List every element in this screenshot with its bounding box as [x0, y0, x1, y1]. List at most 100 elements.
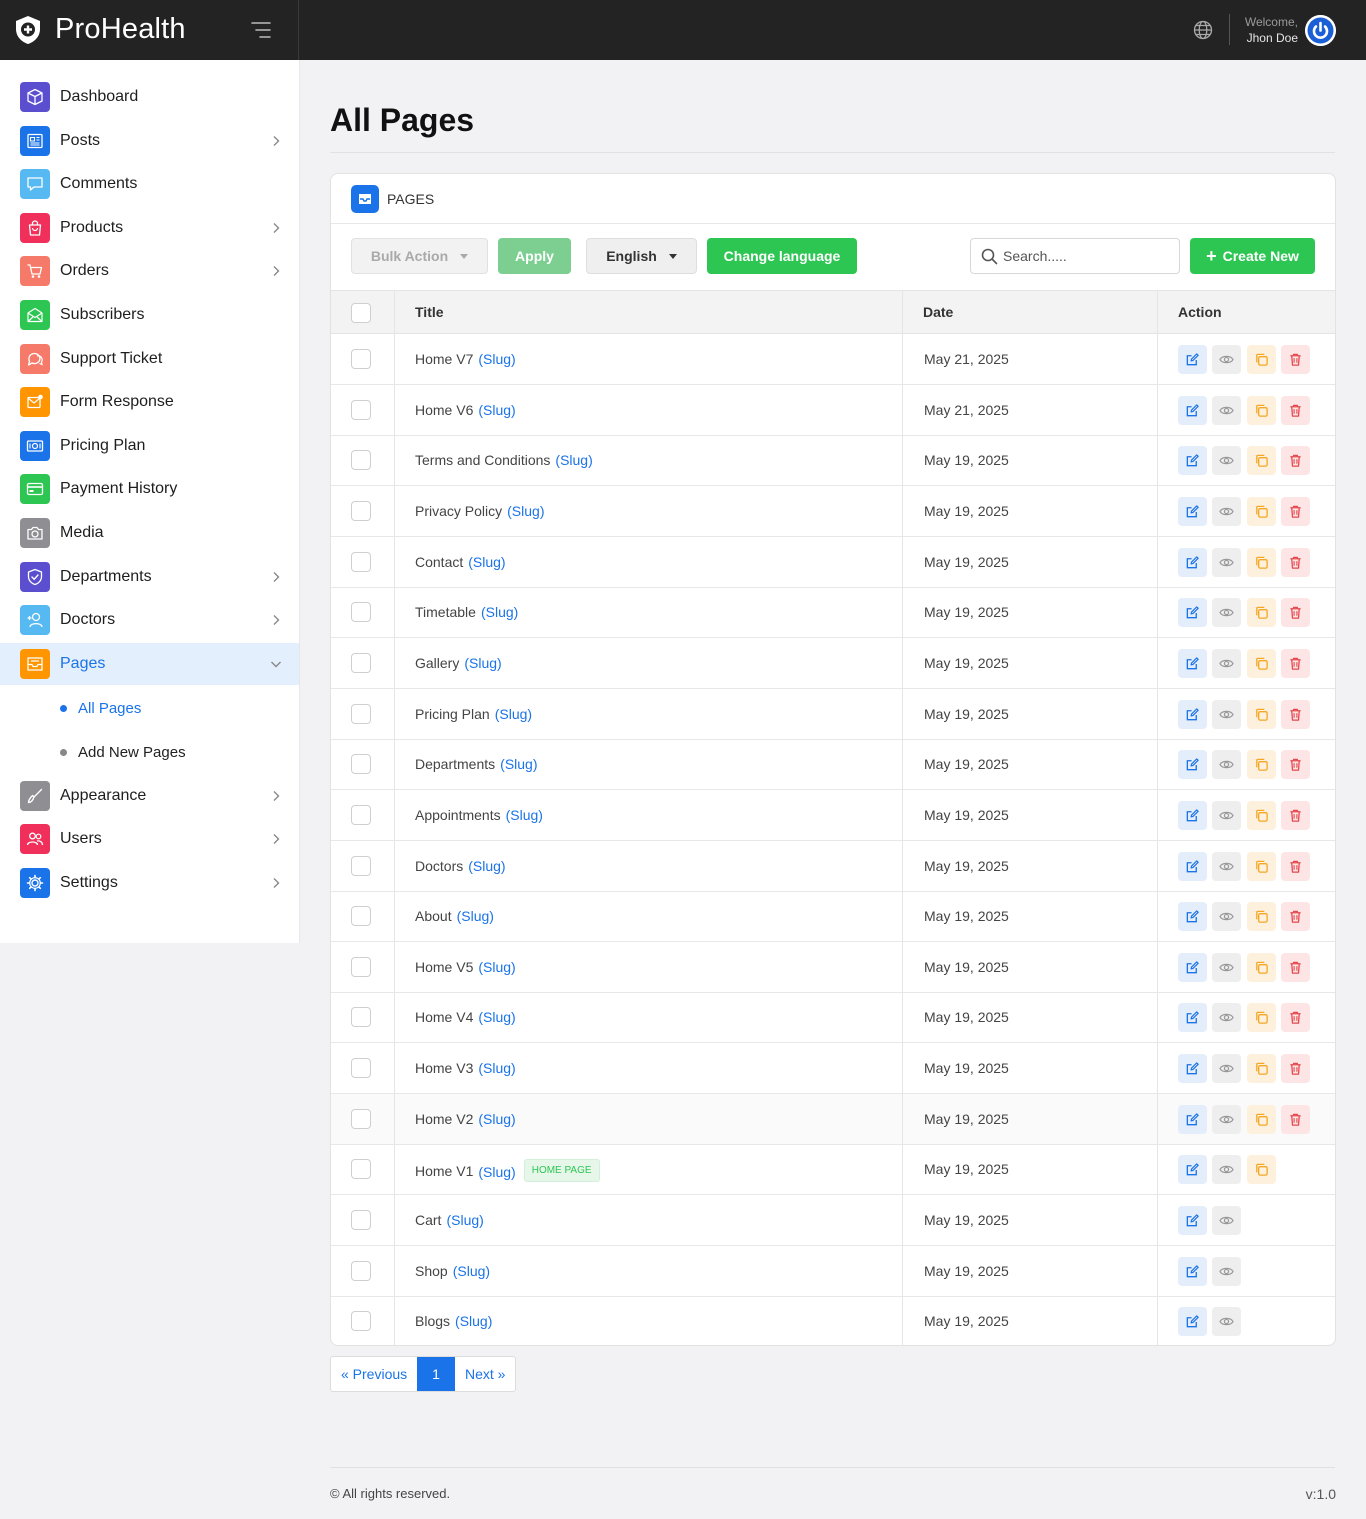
view-button[interactable]	[1212, 750, 1241, 780]
edit-button[interactable]	[1178, 598, 1207, 628]
sidebar-item-support-ticket[interactable]: Support Ticket	[0, 338, 299, 380]
view-button[interactable]	[1212, 1206, 1241, 1236]
row-checkbox[interactable]	[351, 399, 371, 420]
view-button[interactable]	[1212, 1104, 1241, 1134]
sidebar-item-pricing-plan[interactable]: Pricing Plan	[0, 425, 299, 467]
delete-button[interactable]	[1281, 851, 1310, 881]
sidebar-item-orders[interactable]: Orders	[0, 250, 299, 292]
slug-link[interactable]: (Slug)	[506, 807, 543, 823]
row-checkbox[interactable]	[351, 906, 371, 927]
slug-link[interactable]: (Slug)	[478, 351, 515, 367]
slug-link[interactable]: (Slug)	[481, 604, 518, 620]
view-button[interactable]	[1212, 851, 1241, 881]
row-checkbox[interactable]	[351, 1108, 371, 1129]
row-checkbox[interactable]	[351, 551, 371, 572]
edit-button[interactable]	[1178, 547, 1207, 577]
edit-button[interactable]	[1178, 851, 1207, 881]
sidebar-item-products[interactable]: Products	[0, 207, 299, 249]
view-button[interactable]	[1212, 547, 1241, 577]
sidebar-item-media[interactable]: Media	[0, 512, 299, 554]
slug-link[interactable]: (Slug)	[507, 503, 544, 519]
sidebar-subitem-all-pages[interactable]: All Pages	[0, 688, 299, 728]
globe-icon[interactable]	[1192, 19, 1214, 41]
slug-link[interactable]: (Slug)	[478, 402, 515, 418]
change-language-button[interactable]: Change language	[707, 238, 857, 274]
slug-link[interactable]: (Slug)	[457, 908, 494, 924]
sidebar-item-users[interactable]: Users	[0, 818, 299, 860]
row-checkbox[interactable]	[351, 956, 371, 977]
sidebar-item-settings[interactable]: Settings	[0, 862, 299, 904]
delete-button[interactable]	[1281, 1003, 1310, 1033]
duplicate-button[interactable]	[1247, 699, 1276, 729]
view-button[interactable]	[1212, 902, 1241, 932]
slug-link[interactable]: (Slug)	[555, 452, 592, 468]
duplicate-button[interactable]	[1247, 952, 1276, 982]
edit-button[interactable]	[1178, 750, 1207, 780]
row-checkbox[interactable]	[351, 754, 371, 775]
sidebar-item-comments[interactable]: Comments	[0, 163, 299, 205]
slug-link[interactable]: (Slug)	[478, 1009, 515, 1025]
delete-button[interactable]	[1281, 1104, 1310, 1134]
view-button[interactable]	[1212, 699, 1241, 729]
view-button[interactable]	[1212, 952, 1241, 982]
duplicate-button[interactable]	[1247, 648, 1276, 678]
edit-button[interactable]	[1178, 446, 1207, 476]
sidebar-item-departments[interactable]: Departments	[0, 556, 299, 598]
row-checkbox[interactable]	[351, 349, 371, 369]
power-avatar-icon[interactable]	[1305, 15, 1336, 46]
sidebar-item-form-response[interactable]: Form Response	[0, 381, 299, 423]
view-button[interactable]	[1212, 1054, 1241, 1084]
duplicate-button[interactable]	[1247, 395, 1276, 425]
bulk-action-dropdown[interactable]: Bulk Action	[351, 238, 488, 274]
view-button[interactable]	[1212, 1155, 1241, 1185]
delete-button[interactable]	[1281, 750, 1310, 780]
row-checkbox[interactable]	[351, 1007, 371, 1028]
slug-link[interactable]: (Slug)	[468, 858, 505, 874]
edit-button[interactable]	[1178, 1054, 1207, 1084]
delete-button[interactable]	[1281, 902, 1310, 932]
duplicate-button[interactable]	[1247, 750, 1276, 780]
row-checkbox[interactable]	[351, 1058, 371, 1079]
edit-button[interactable]	[1178, 1104, 1207, 1134]
create-new-button[interactable]: + Create New	[1190, 238, 1315, 274]
delete-button[interactable]	[1281, 345, 1310, 374]
slug-link[interactable]: (Slug)	[478, 1060, 515, 1076]
language-dropdown[interactable]: English	[586, 238, 697, 274]
sidebar-subitem-add-new-pages[interactable]: Add New Pages	[0, 732, 299, 772]
row-checkbox[interactable]	[351, 855, 371, 876]
row-checkbox[interactable]	[351, 804, 371, 825]
delete-button[interactable]	[1281, 648, 1310, 678]
row-checkbox[interactable]	[351, 450, 371, 471]
delete-button[interactable]	[1281, 952, 1310, 982]
view-button[interactable]	[1212, 446, 1241, 476]
slug-link[interactable]: (Slug)	[464, 655, 501, 671]
duplicate-button[interactable]	[1247, 1003, 1276, 1033]
row-checkbox[interactable]	[351, 1159, 371, 1180]
delete-button[interactable]	[1281, 446, 1310, 476]
edit-button[interactable]	[1178, 699, 1207, 729]
sidebar-item-dashboard[interactable]: Dashboard	[0, 76, 299, 118]
view-button[interactable]	[1212, 800, 1241, 830]
duplicate-button[interactable]	[1247, 1155, 1276, 1185]
row-checkbox[interactable]	[351, 1210, 371, 1231]
row-checkbox[interactable]	[351, 703, 371, 724]
row-checkbox[interactable]	[351, 1311, 371, 1332]
edit-button[interactable]	[1178, 1206, 1207, 1236]
view-button[interactable]	[1212, 496, 1241, 526]
edit-button[interactable]	[1178, 496, 1207, 526]
slug-link[interactable]: (Slug)	[500, 756, 537, 772]
duplicate-button[interactable]	[1247, 902, 1276, 932]
edit-button[interactable]	[1178, 1155, 1207, 1185]
sidebar-item-doctors[interactable]: Doctors	[0, 599, 299, 641]
delete-button[interactable]	[1281, 1054, 1310, 1084]
duplicate-button[interactable]	[1247, 345, 1276, 374]
edit-button[interactable]	[1178, 648, 1207, 678]
duplicate-button[interactable]	[1247, 800, 1276, 830]
edit-button[interactable]	[1178, 902, 1207, 932]
view-button[interactable]	[1212, 1003, 1241, 1033]
edit-button[interactable]	[1178, 345, 1207, 374]
row-checkbox[interactable]	[351, 652, 371, 673]
duplicate-button[interactable]	[1247, 598, 1276, 628]
slug-link[interactable]: (Slug)	[453, 1263, 490, 1279]
sidebar-item-pages[interactable]: Pages	[0, 643, 299, 686]
